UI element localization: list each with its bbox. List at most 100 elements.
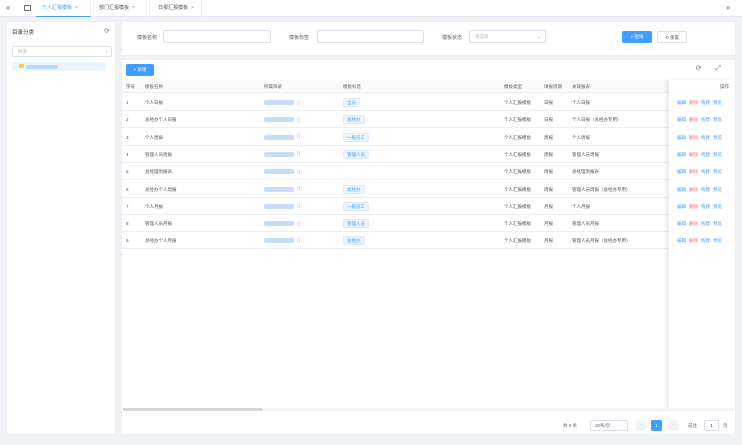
table-row[interactable]: 9 总经办个人月报 个人汇报模板 月报 管理人员月报（总经办专用） ▯ 总经办	[122, 232, 735, 250]
table-row[interactable]: 5 总经理周报表 个人汇报模板 周报 总经理周报表 ▯	[122, 163, 735, 181]
cell-report: 个人周报	[572, 134, 590, 140]
tab-2[interactable]: 日报汇报模板 ×	[152, 0, 202, 17]
template-name-input[interactable]	[163, 30, 271, 43]
preview-button[interactable]: 预览	[713, 238, 722, 243]
close-icon[interactable]: ×	[75, 5, 78, 11]
build-button[interactable]: 构建	[701, 152, 710, 157]
refresh-icon[interactable]: ⟳	[104, 27, 110, 35]
edit-button[interactable]: 编辑	[677, 135, 686, 140]
cell-name: 总经办个人月报	[145, 238, 177, 244]
sidebar-search-input[interactable]: 搜索 ⌕	[12, 46, 112, 57]
tab-label: 日报汇报模板	[158, 5, 189, 11]
document-icon: ▯	[297, 151, 300, 158]
build-button[interactable]: 构建	[701, 100, 710, 105]
cell-cycle: 日报	[544, 100, 553, 105]
table-row[interactable]: 1 个人日报 个人汇报模板 日报 个人日报 ▯ 全员	[122, 94, 735, 111]
cell-report: 总经理周报表	[572, 169, 599, 175]
delete-button[interactable]: 删除	[689, 169, 698, 174]
table-toolbar-icons[interactable]: ⟳ ⤢	[696, 64, 727, 73]
preview-button[interactable]: 预览	[713, 169, 722, 174]
status-placeholder: 请选择	[475, 34, 489, 39]
table-row[interactable]: 3 个人周报 个人汇报模板 周报 个人周报 ▯ 一般员工	[122, 129, 735, 146]
template-status-select[interactable]: 请选择 ⌄	[469, 30, 546, 43]
edit-button[interactable]: 编辑	[677, 169, 686, 174]
cell-report: 管理人员周报	[572, 151, 599, 157]
edit-button[interactable]: 编辑	[677, 117, 686, 122]
preview-button[interactable]: 预览	[713, 117, 722, 122]
build-button[interactable]: 构建	[701, 169, 710, 174]
search-button[interactable]: ⌕ 查询	[622, 31, 652, 43]
build-button[interactable]: 构建	[701, 187, 710, 192]
home-icon[interactable]	[24, 5, 31, 11]
tabs-scroll-right-icon[interactable]: »	[726, 3, 730, 13]
delete-button[interactable]: 删除	[689, 135, 698, 140]
build-button[interactable]: 构建	[701, 135, 710, 140]
page-1-button[interactable]: 1	[651, 420, 662, 431]
cell-report: 个人日报	[572, 100, 590, 105]
build-button[interactable]: 构建	[701, 204, 710, 209]
delete-button[interactable]: 删除	[689, 100, 698, 105]
cell-cycle: 月报	[544, 221, 553, 227]
tabs-scroll-left-icon[interactable]: «	[6, 3, 10, 13]
column-header: 模板标签	[343, 84, 361, 89]
build-button[interactable]: 构建	[701, 117, 710, 122]
delete-button[interactable]: 删除	[689, 221, 698, 226]
directory-redacted	[264, 238, 294, 244]
table-row[interactable]: 2 总经办个人日报 个人汇报模板 日报 个人日报（总经办专用） ▯ 总经办	[122, 111, 735, 129]
close-icon[interactable]: ×	[132, 5, 135, 11]
edit-button[interactable]: 编辑	[677, 221, 686, 226]
row-actions: 编辑 删除 构建 预览	[677, 169, 725, 175]
edit-button[interactable]: 编辑	[677, 187, 686, 192]
goto-page-input[interactable]: 1	[704, 420, 719, 431]
cell-type: 个人汇报模板	[504, 186, 531, 192]
delete-button[interactable]: 删除	[689, 117, 698, 122]
prev-page-button[interactable]: ‹	[636, 420, 646, 431]
preview-button[interactable]: 预览	[713, 221, 722, 226]
scrollbar-thumb[interactable]	[123, 408, 263, 411]
directory-redacted	[264, 100, 294, 105]
cell-name: 总经理周报表	[145, 169, 172, 175]
preview-button[interactable]: 预览	[713, 135, 722, 140]
cell-report: 个人月报	[572, 203, 590, 209]
edit-button[interactable]: 编辑	[677, 238, 686, 243]
column-header: 操作	[720, 84, 729, 89]
table-row[interactable]: 8 管理人员月报 个人汇报模板 月报 管理人员月报 ▯ 管理人员	[122, 215, 735, 233]
cell-cycle: 周报	[544, 186, 553, 192]
preview-button[interactable]: 预览	[713, 204, 722, 209]
template-tag: 管理人员	[343, 219, 369, 229]
add-button[interactable]: + 新增	[126, 64, 154, 76]
template-tag-input[interactable]	[317, 30, 424, 43]
table-row[interactable]: 6 总经办个人周报 个人汇报模板 周报 管理人员周报（总经办专用） ▯ 总经办	[122, 181, 735, 198]
delete-button[interactable]: 删除	[689, 238, 698, 243]
preview-button[interactable]: 预览	[713, 152, 722, 157]
cell-type: 个人汇报模板	[504, 238, 531, 244]
table-row[interactable]: 7 个人月报 个人汇报模板 月报 个人月报 ▯ 一般员工	[122, 198, 735, 215]
build-button[interactable]: 构建	[701, 221, 710, 226]
next-page-button[interactable]: ›	[668, 420, 678, 431]
build-button[interactable]: 构建	[701, 238, 710, 243]
preview-button[interactable]: 预览	[713, 100, 722, 105]
cell-name: 个人周报	[145, 134, 163, 140]
cell-no: 8	[126, 221, 129, 227]
edit-button[interactable]: 编辑	[677, 204, 686, 209]
cell-no: 4	[126, 151, 129, 157]
tree-node[interactable]	[12, 62, 106, 71]
template-tag-label: 模板标签	[289, 35, 310, 41]
delete-button[interactable]: 删除	[689, 204, 698, 209]
cell-cycle: 周报	[544, 151, 553, 157]
tab-0[interactable]: 个人汇报模板 ×	[36, 0, 91, 17]
edit-button[interactable]: 编辑	[677, 152, 686, 157]
reset-button[interactable]: ⟲ 重置	[657, 31, 687, 43]
total-count: 共 9 条	[563, 423, 578, 428]
close-icon[interactable]: ×	[191, 5, 194, 11]
tab-label: 部门汇报模板	[99, 5, 130, 11]
page-size-select[interactable]: 20条/页 ⌄	[590, 420, 628, 431]
preview-button[interactable]: 预览	[713, 187, 722, 192]
horizontal-scrollbar[interactable]	[123, 408, 734, 411]
edit-button[interactable]: 编辑	[677, 100, 686, 105]
tab-1[interactable]: 部门汇报模板 ×	[93, 0, 150, 17]
filter-panel: 模板名称 模板标签 模板状态 请选择 ⌄ ⌕ 查询 ⟲ 重置	[121, 21, 736, 56]
table-row[interactable]: 4 管理人员周报 个人汇报模板 周报 管理人员周报 ▯ 管理人员	[122, 146, 735, 163]
delete-button[interactable]: 删除	[689, 187, 698, 192]
delete-button[interactable]: 删除	[689, 152, 698, 157]
